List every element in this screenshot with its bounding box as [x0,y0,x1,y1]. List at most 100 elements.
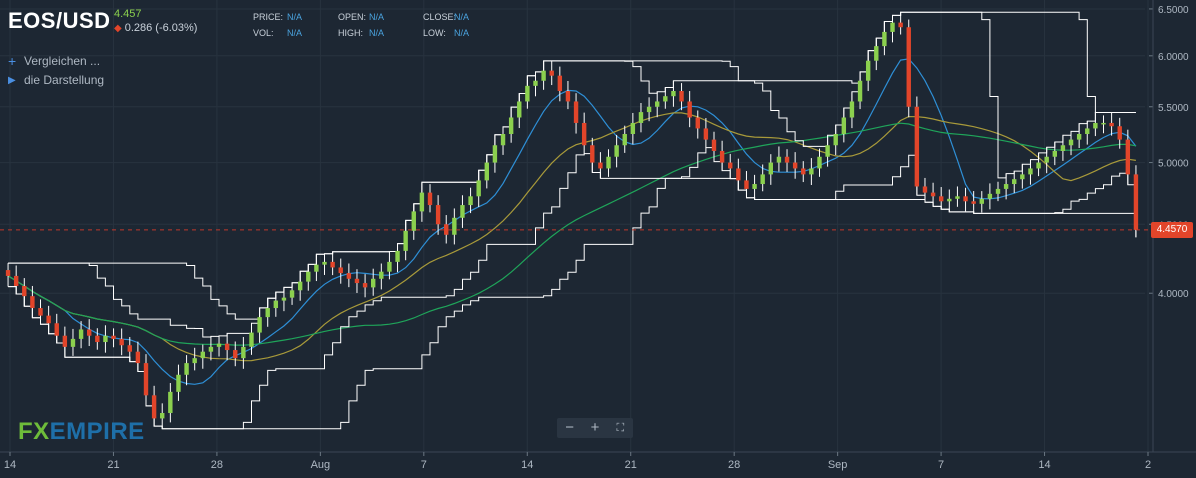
candle-body [135,351,141,364]
stat-value: N/A [454,28,470,38]
candle [70,328,76,356]
candle-body [119,338,124,346]
candle-body [249,332,254,347]
candle-body [906,27,911,107]
candle-body [427,192,433,206]
candle [87,319,92,347]
channel-bands [8,11,1137,430]
candle-body [224,343,230,351]
candle-body [1117,126,1122,140]
candle-body [111,335,116,339]
stats-column-2: OPEN: N/A HIGH: N/A [338,12,384,44]
candle-body [768,162,773,175]
candle [638,103,644,133]
fullscreen-icon[interactable]: ⛶ [608,418,633,438]
candle [395,243,400,273]
moving-averages [7,58,1137,385]
candle [241,337,246,369]
candle-body [62,335,68,347]
candle-body [314,264,319,272]
candle [1133,165,1139,238]
zoom-out-button[interactable]: − [557,418,582,438]
candle [606,149,611,177]
candle [411,203,416,240]
candle [655,91,660,118]
stat-value: N/A [287,28,303,38]
candle-body [192,358,197,364]
price-chart[interactable]: 6.50006.00005.50005.00004.50004.0000 142… [0,0,1196,478]
candle [744,171,749,198]
candle [289,282,295,305]
compare-button[interactable]: + Vergleichen ... [8,53,100,69]
candle [306,264,311,291]
compare-label: Vergleichen ... [24,54,101,68]
candle-body [1133,174,1139,230]
candle [111,328,116,348]
candle-body [1125,139,1131,175]
candle-body [273,300,279,309]
zoom-in-button[interactable]: + [582,418,607,438]
candle-body [857,80,863,102]
x-tick-label: 28 [728,459,740,471]
candle-body [849,101,855,118]
candle-body [792,162,798,169]
candle-body [95,335,100,343]
candle-body [995,188,1001,194]
candle [695,110,700,139]
candle [517,93,522,129]
candle-body [760,174,765,185]
candle-body [1020,174,1025,180]
candle [1044,147,1049,174]
candle-body [695,117,700,129]
candle [890,15,895,43]
candle-body [833,133,838,146]
candle-body [922,186,928,193]
candle-body [281,297,287,301]
candle-body [379,271,384,279]
candle-body [435,205,441,225]
candle [281,287,287,312]
candle [176,364,181,401]
x-tick-label: 14 [4,459,16,471]
candle [265,298,270,327]
candle [444,215,449,244]
candle [13,265,19,294]
candle [1101,115,1106,134]
candle-body [233,350,238,359]
display-button[interactable]: ▶ die Darstellung [8,73,104,87]
candle [460,195,465,228]
candle-body [525,85,530,102]
candle-body [590,145,595,163]
y-tick-label: 6.0000 [1158,52,1189,63]
candle-body [1003,184,1009,189]
candle [371,268,376,296]
candle-body [200,351,205,359]
candle [525,75,530,109]
candle [168,383,173,423]
candle-body [711,139,717,151]
candle [297,271,303,301]
candle-body [330,261,335,268]
candle-body [387,261,392,272]
candle [581,112,587,154]
x-tick-label: 21 [107,459,119,471]
candle-body [533,80,538,86]
candle-body [484,162,489,181]
candle-body [646,106,652,113]
candle-body [103,335,108,343]
candle-body [776,156,782,163]
x-tick-label: 7 [938,459,944,471]
candle [224,333,230,361]
candle [622,125,627,153]
candle [500,126,506,155]
candle-body [354,278,360,284]
candle [817,148,822,177]
candle-body [38,308,43,316]
candle-body [549,70,554,76]
candle [322,253,327,275]
candle-body [809,168,814,175]
candle [687,91,692,128]
candle [1093,112,1098,137]
candle-body [127,345,132,352]
candle-body [46,315,51,324]
